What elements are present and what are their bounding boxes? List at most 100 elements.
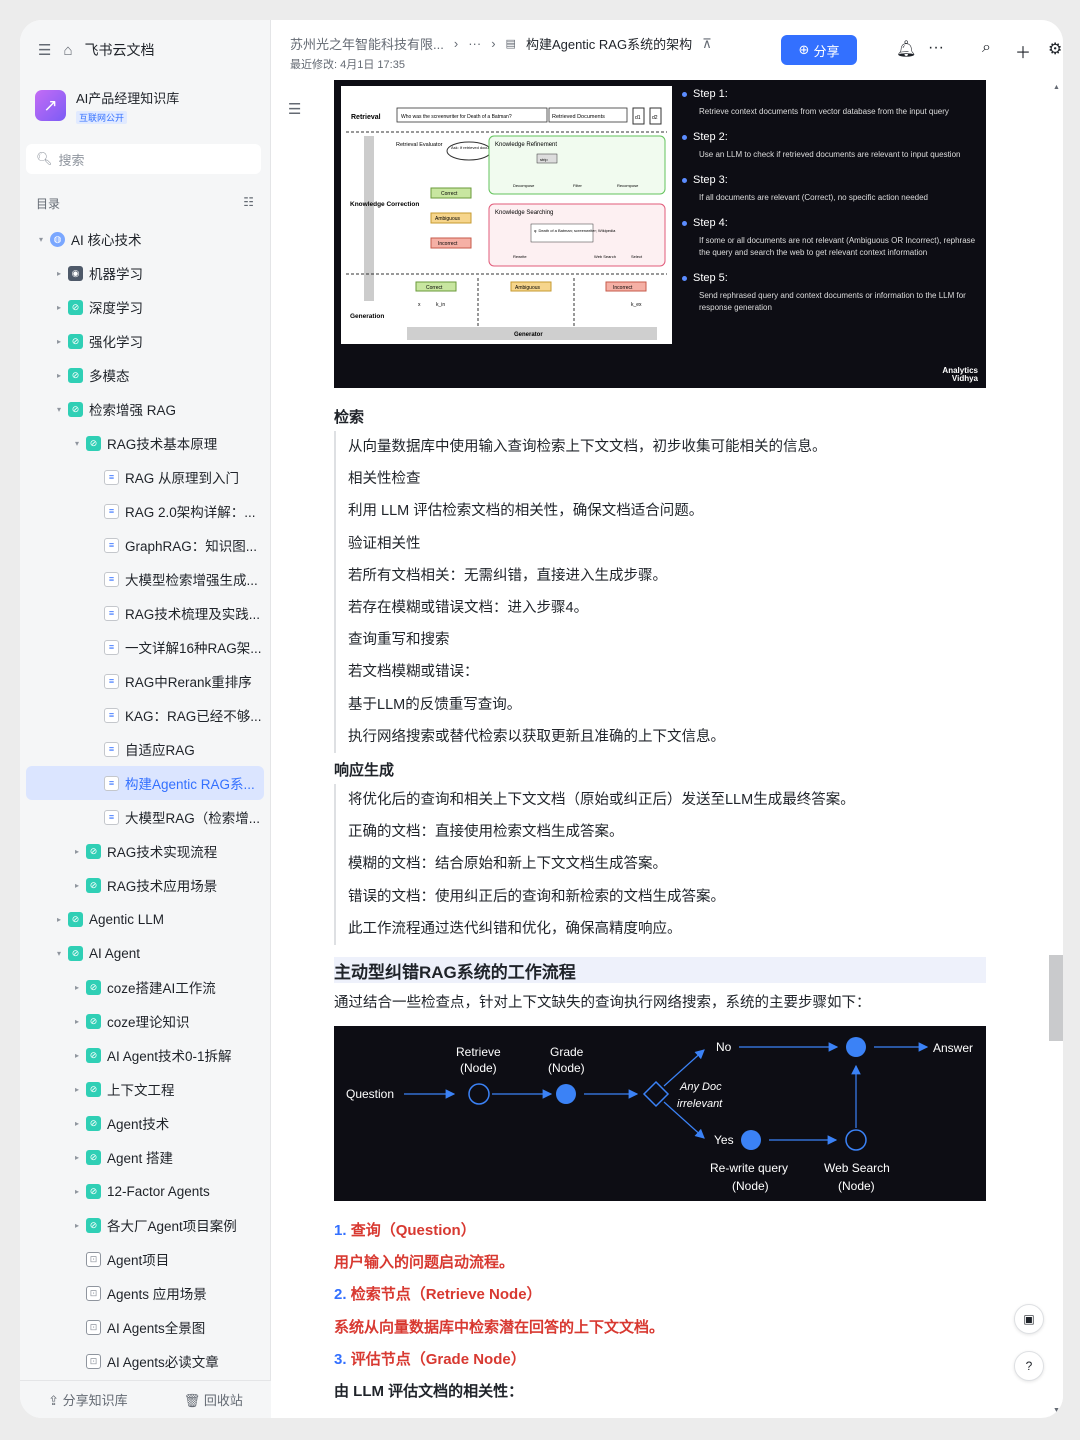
caret-right-icon[interactable]: ▸	[52, 269, 66, 278]
tree-item[interactable]: ▸ ⊘ RAG技术实现流程	[26, 834, 264, 868]
caret-right-icon[interactable]: ▸	[70, 881, 84, 890]
diag-decompose: Decompose	[513, 183, 535, 188]
tree-item[interactable]: ⊡ Agents 应用场景	[26, 1276, 264, 1310]
home-icon[interactable]: ⌂	[63, 42, 72, 59]
tree-item[interactable]: ▸ ⊘ 强化学习	[26, 324, 264, 358]
breadcrumb-more[interactable]: ···	[468, 36, 481, 51]
pin-icon[interactable]: ⊼	[702, 36, 712, 52]
diag-web-search: Web Search	[594, 254, 616, 259]
caret-right-icon[interactable]: ▸	[52, 337, 66, 346]
tree-item-label: RAG中Rerank重排序	[125, 675, 252, 690]
kb-logo-icon: ↗	[35, 90, 66, 121]
tree-item[interactable]: ▸ ⊘ coze理论知识	[26, 1004, 264, 1038]
plus-icon[interactable]: ＋	[1015, 39, 1031, 63]
fig2-retrieve-sub: (Node)	[460, 1061, 497, 1075]
sidebar: ☰ ⌂ 飞书云文档 ↗ AI产品经理知识库 互联网公开 🔍︎ 搜索 目录 ☷ ▾…	[20, 20, 271, 1418]
share-kb-button[interactable]: ⇪ 分享知识库	[48, 1390, 128, 1409]
ol-num-3: 3.	[334, 1350, 347, 1368]
caret-right-icon[interactable]: ▸	[52, 915, 66, 924]
tree-item[interactable]: ▸ ⊘ 上下文工程	[26, 1072, 264, 1106]
caret-right-icon[interactable]: ▸	[70, 1119, 84, 1128]
folder-icon: ⊘	[68, 911, 83, 927]
caret-right-icon[interactable]: ▸	[70, 1153, 84, 1162]
tree-item[interactable]: ▸ ⊘ 各大厂Agent项目案例	[26, 1208, 264, 1242]
diag-x: x	[418, 302, 421, 308]
scroll-down-arrow-icon[interactable]: ▼	[1053, 1407, 1060, 1414]
tree-item[interactable]: ≡ RAG技术梳理及实践...	[26, 596, 264, 630]
tree-item[interactable]: ≡ 一文详解16种RAG架...	[26, 630, 264, 664]
caret-down-icon[interactable]: ▾	[34, 235, 48, 244]
tree-item[interactable]: ▸ ⊘ AI Agent技术0-1拆解	[26, 1038, 264, 1072]
tree-item-label: Agent项目	[107, 1253, 170, 1268]
tree-item[interactable]: ▸ ⊘ 多模态	[26, 358, 264, 392]
page-icon: ⊡	[86, 1353, 101, 1369]
tree-item[interactable]: ▾ ◍ AI 核心技术	[26, 222, 264, 256]
app-title[interactable]: 飞书云文档	[85, 40, 155, 60]
tree-item[interactable]: ▾ ⊘ 检索增强 RAG	[26, 392, 264, 426]
doc-icon: ≡	[104, 571, 119, 587]
tree-item[interactable]: ▸ ⊘ Agent技术	[26, 1106, 264, 1140]
tree-item[interactable]: ≡ 自适应RAG	[26, 732, 264, 766]
caret-right-icon[interactable]: ▸	[70, 1221, 84, 1230]
tree-item[interactable]: ▸ ⊘ 深度学习	[26, 290, 264, 324]
tree-item[interactable]: ⊡ AI Agents全景图	[26, 1310, 264, 1344]
diag-generator: Generator	[514, 332, 543, 338]
more-icon[interactable]: ···	[928, 39, 944, 57]
paragraph: 错误的文档：使用纠正后的查询和新检索的文档生成答案。	[348, 888, 725, 905]
tree-item[interactable]: ≡ RAG中Rerank重排序	[26, 664, 264, 698]
tree-item[interactable]: ≡ 大模型RAG（检索增...	[26, 800, 264, 834]
diag-ambiguous: Ambiguous	[435, 216, 461, 222]
tree-item-label: RAG技术梳理及实践...	[125, 607, 261, 622]
tree-item[interactable]: ⊡ AI Agents必读文章	[26, 1344, 264, 1378]
tree-item[interactable]: ≡ 大模型检索增强生成...	[26, 562, 264, 596]
caret-down-icon[interactable]: ▾	[52, 949, 66, 958]
folder-icon: ⊘	[86, 1013, 101, 1029]
tree-item[interactable]: ▸ ⊘ coze搭建AI工作流	[26, 970, 264, 1004]
tree-item[interactable]: ▸ ⊘ Agent 搭建	[26, 1140, 264, 1174]
tree-item[interactable]: ▸ ◉ 机器学习	[26, 256, 264, 290]
tree-item[interactable]: ≡ RAG 从原理到入门	[26, 460, 264, 494]
diag-filter: Filter	[573, 183, 583, 188]
tree-item-label: 构建Agentic RAG系...	[125, 777, 255, 792]
scrollbar[interactable]: ▲ ▼	[1049, 80, 1063, 1418]
trash-button[interactable]: 🗑︎ 回收站	[184, 1390, 243, 1409]
caret-right-icon[interactable]: ▸	[70, 1085, 84, 1094]
tree-item[interactable]: ▸ ⊘ RAG技术应用场景	[26, 868, 264, 902]
toc-list-icon[interactable]: ☷	[243, 195, 254, 212]
tree-item[interactable]: ⊡ Agent项目	[26, 1242, 264, 1276]
breadcrumb-current-doc[interactable]: 构建Agentic RAG系统的架构	[526, 34, 692, 53]
settings-gear-icon[interactable]: ⚙	[1048, 39, 1062, 59]
outline-menu-icon[interactable]: ☰	[288, 100, 301, 118]
tree-item[interactable]: ▾ ⊘ AI Agent	[26, 936, 264, 970]
share-button[interactable]: ⊕ 分享	[781, 35, 857, 65]
caret-down-icon[interactable]: ▾	[52, 405, 66, 414]
scrollbar-thumb[interactable]	[1049, 955, 1063, 1041]
caret-right-icon[interactable]: ▸	[52, 303, 66, 312]
tree-item[interactable]: ≡ KAG：RAG已经不够...	[26, 698, 264, 732]
tree-item[interactable]: ▾ ⊘ RAG技术基本原理	[26, 426, 264, 460]
fig2-grade-sub: (Node)	[548, 1061, 585, 1075]
caret-right-icon[interactable]: ▸	[70, 1187, 84, 1196]
caret-right-icon[interactable]: ▸	[70, 1051, 84, 1060]
help-icon[interactable]: ?	[1014, 1351, 1044, 1381]
tree-item-label: AI 核心技术	[71, 233, 142, 248]
breadcrumb-org[interactable]: 苏州光之年智能科技有限...	[290, 34, 444, 53]
search-icon[interactable]: ⌕	[982, 39, 991, 57]
doc-tools-icon[interactable]: ▣	[1014, 1304, 1044, 1334]
collapse-sidebar-icon[interactable]: ☰	[38, 41, 51, 59]
caret-right-icon[interactable]: ▸	[70, 1017, 84, 1026]
caret-right-icon[interactable]: ▸	[52, 371, 66, 380]
scroll-up-arrow-icon[interactable]: ▲	[1053, 84, 1060, 91]
tree-item[interactable]: ≡ 构建Agentic RAG系...	[26, 766, 264, 800]
tree-item[interactable]: ≡ GraphRAG：知识图...	[26, 528, 264, 562]
caret-down-icon[interactable]: ▾	[70, 439, 84, 448]
tree-item[interactable]: ≡ RAG 2.0架构详解：...	[26, 494, 264, 528]
tree-item[interactable]: ▸ ⊘ Agentic LLM	[26, 902, 264, 936]
folder-icon: ⊘	[86, 1115, 101, 1131]
caret-right-icon[interactable]: ▸	[70, 983, 84, 992]
search-input[interactable]: 🔍︎ 搜索	[26, 144, 261, 174]
caret-right-icon[interactable]: ▸	[70, 847, 84, 856]
knowledge-base-header[interactable]: ↗ AI产品经理知识库 互联网公开	[35, 90, 179, 126]
tree-item[interactable]: ▸ ⊘ 12-Factor Agents	[26, 1174, 264, 1208]
bell-icon[interactable]: 🔔︎	[896, 39, 916, 59]
